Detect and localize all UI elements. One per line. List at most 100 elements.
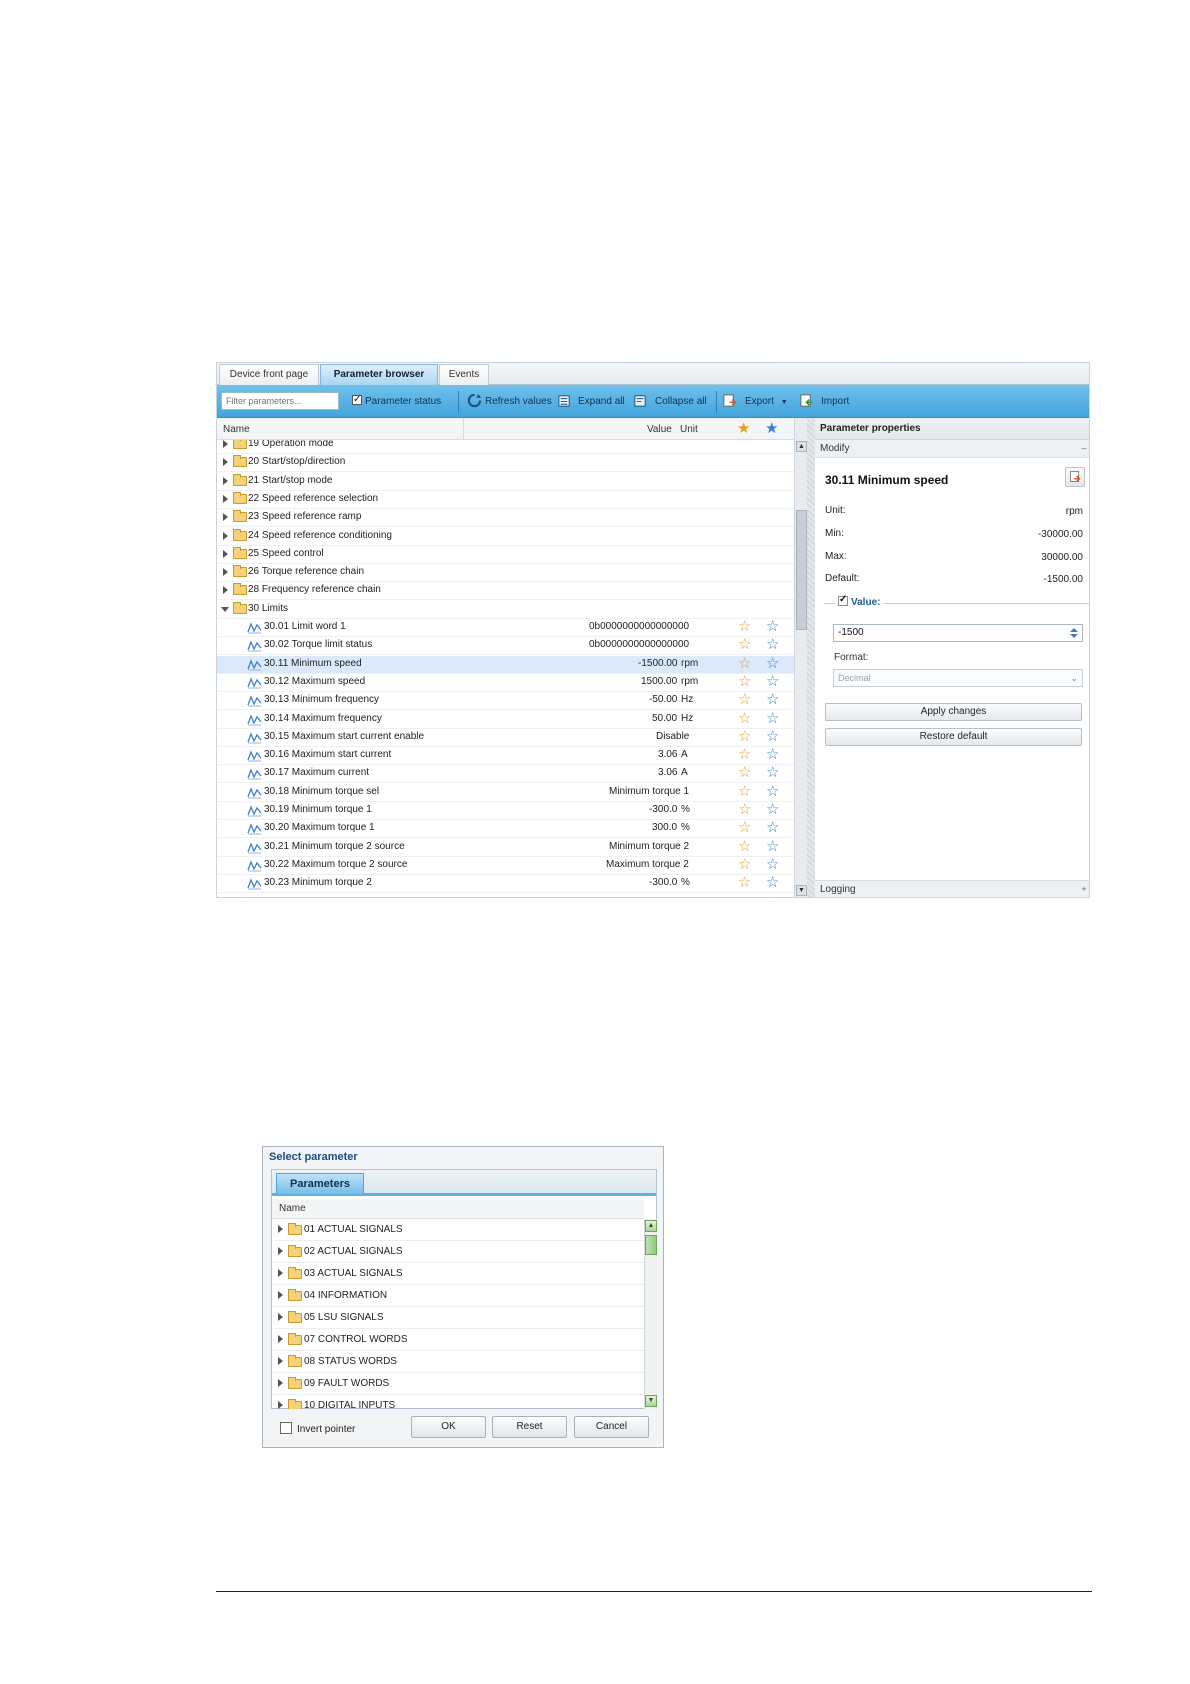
ok-button[interactable]: OK (411, 1416, 486, 1438)
scroll-thumb[interactable] (645, 1235, 657, 1255)
modify-section-header[interactable]: Modify – (815, 440, 1089, 458)
restore-default-button[interactable]: Restore default (825, 728, 1082, 746)
favorite-star-icon[interactable]: ☆ (738, 802, 751, 818)
pin-star-icon[interactable]: ☆ (766, 856, 779, 873)
pin-star-icon[interactable]: ☆ (766, 728, 779, 745)
tree-parameter-row[interactable]: 30.11 Minimum speed -1500.00 rpm ☆ ☆ (217, 655, 794, 674)
pin-star-icon[interactable]: ☆ (766, 619, 779, 635)
cancel-button[interactable]: Cancel (574, 1416, 649, 1438)
collapsed-arrow-icon[interactable] (223, 440, 228, 448)
tab-parameter-browser[interactable]: Parameter browser (320, 364, 438, 385)
collapsed-arrow-icon[interactable] (223, 458, 228, 467)
collapsed-arrow-icon[interactable] (278, 1379, 283, 1387)
tree-parameter-row[interactable]: 30.21 Minimum torque 2 source Minimum tor… (217, 838, 794, 857)
tree-parameter-row[interactable]: 30.23 Minimum torque 2 -300.0% ☆ ☆ (217, 875, 794, 894)
export-icon[interactable] (722, 393, 737, 408)
pin-star-icon[interactable]: ☆ (766, 692, 779, 708)
tree-group-row[interactable]: 23 Speed reference ramp (217, 509, 794, 528)
collapsed-arrow-icon[interactable] (223, 549, 228, 558)
pin-star-icon[interactable]: ☆ (766, 710, 779, 727)
dialog-list-item[interactable]: 04 INFORMATION (272, 1285, 644, 1307)
refresh-icon[interactable] (467, 393, 482, 408)
tree-parameter-row[interactable]: 30.14 Maximum frequency 50.00 Hz ☆ ☆ (217, 710, 794, 729)
dialog-scrollbar[interactable]: ▲ ▼ (644, 1219, 657, 1409)
apply-changes-button[interactable]: Apply changes (825, 703, 1082, 721)
pin-star-icon[interactable]: ☆ (766, 820, 779, 836)
pinned-column-star-icon[interactable]: ★ (765, 421, 778, 437)
expanded-arrow-icon[interactable] (221, 606, 229, 612)
value-input[interactable]: -1500 (833, 624, 1083, 642)
dialog-list-item[interactable]: 10 DIGITAL INPUTS (272, 1395, 644, 1409)
export-dropdown[interactable]: Export ▼ (745, 395, 788, 409)
dialog-list-item[interactable]: 01 ACTUAL SIGNALS (272, 1219, 644, 1241)
favorite-star-icon[interactable]: ☆ (738, 820, 751, 836)
filter-parameters-input[interactable] (221, 392, 339, 410)
collapsed-arrow-icon[interactable] (223, 494, 228, 503)
invert-pointer-option[interactable]: Invert pointer (280, 1422, 355, 1435)
favorite-star-icon[interactable]: ☆ (738, 747, 751, 763)
tree-group-row[interactable]: 19 Operation mode (217, 440, 794, 454)
invert-pointer-checkbox[interactable] (280, 1422, 292, 1434)
collapsed-arrow-icon[interactable] (278, 1291, 283, 1299)
collapsed-arrow-icon[interactable] (278, 1225, 283, 1233)
export-parameter-icon[interactable] (1065, 467, 1085, 487)
import-button[interactable]: Import (821, 395, 849, 409)
parameter-status-checkbox[interactable] (352, 393, 362, 407)
favorite-star-icon[interactable]: ☆ (738, 838, 751, 855)
scroll-down-icon[interactable]: ▼ (796, 885, 807, 896)
collapsed-arrow-icon[interactable] (278, 1313, 283, 1321)
tree-scrollbar[interactable]: ▲ ▼ (794, 418, 807, 897)
favorite-star-icon[interactable]: ☆ (738, 637, 751, 653)
favorite-star-icon[interactable]: ☆ (738, 710, 751, 727)
tree-parameter-row[interactable]: 30.15 Maximum start current enable Disabl… (217, 728, 794, 747)
favorite-star-icon[interactable]: ☆ (738, 765, 751, 781)
collapsed-arrow-icon[interactable] (223, 513, 228, 522)
tree-parameter-row[interactable]: 30.13 Minimum frequency -50.00 Hz ☆ ☆ (217, 692, 794, 711)
scroll-thumb[interactable] (796, 510, 807, 630)
tree-group-row[interactable]: 28 Frequency reference chain (217, 582, 794, 601)
pin-star-icon[interactable]: ☆ (766, 655, 779, 672)
favorite-star-icon[interactable]: ☆ (738, 856, 751, 873)
tree-group-row[interactable]: 20 Start/stop/direction (217, 454, 794, 473)
pin-star-icon[interactable]: ☆ (766, 802, 779, 818)
tree-parameter-row[interactable]: 30.18 Minimum torque sel Minimum torque 1… (217, 783, 794, 802)
column-name[interactable]: Name (223, 424, 250, 435)
tree-group-row[interactable]: 30 Limits (217, 601, 794, 619)
tree-parameter-row[interactable]: 30.12 Maximum speed 1500.00 rpm ☆ ☆ (217, 673, 794, 692)
tab-parameters[interactable]: Parameters (276, 1173, 364, 1194)
favorite-star-icon[interactable]: ☆ (738, 783, 751, 800)
tree-parameter-row[interactable]: 30.19 Minimum torque 1 -300.0% ☆ ☆ (217, 802, 794, 820)
collapsed-arrow-icon[interactable] (223, 531, 228, 540)
favorites-column-star-icon[interactable]: ★ (737, 421, 750, 437)
tree-group-row[interactable]: 24 Speed reference conditioning (217, 528, 794, 546)
favorite-star-icon[interactable]: ☆ (738, 673, 751, 690)
dialog-list-item[interactable]: 09 FAULT WORDS (272, 1373, 644, 1395)
favorite-star-icon[interactable]: ☆ (738, 728, 751, 745)
reset-button[interactable]: Reset (492, 1416, 567, 1438)
import-icon[interactable] (799, 393, 814, 408)
format-select[interactable]: Decimal ⌄ (833, 669, 1083, 687)
favorite-star-icon[interactable]: ☆ (738, 692, 751, 708)
collapsed-arrow-icon[interactable] (278, 1335, 283, 1343)
tree-parameter-row[interactable]: 30.02 Torque limit status 0b0000000000000… (217, 637, 794, 656)
pin-star-icon[interactable]: ☆ (766, 875, 779, 891)
dialog-list-item[interactable]: 03 ACTUAL SIGNALS (272, 1263, 644, 1285)
pin-star-icon[interactable]: ☆ (766, 673, 779, 690)
dialog-list-item[interactable]: 02 ACTUAL SIGNALS (272, 1241, 644, 1263)
collapse-all-button[interactable]: Collapse all (655, 395, 707, 409)
dialog-list-item[interactable]: 07 CONTROL WORDS (272, 1329, 644, 1351)
collapsed-arrow-icon[interactable] (278, 1401, 283, 1409)
tree-group-row[interactable]: 25 Speed control (217, 546, 794, 564)
tree-parameter-row[interactable]: 30.20 Maximum torque 1 300.0% ☆ ☆ (217, 820, 794, 839)
pin-star-icon[interactable]: ☆ (766, 765, 779, 781)
scroll-up-icon[interactable]: ▲ (796, 441, 807, 452)
pin-star-icon[interactable]: ☆ (766, 783, 779, 800)
collapsed-arrow-icon[interactable] (278, 1357, 283, 1365)
tree-parameter-row[interactable]: 30.01 Limit word 1 0b0000000000000000 ☆ ☆ (217, 619, 794, 637)
expand-all-button[interactable]: Expand all (578, 395, 625, 409)
column-value[interactable]: Value (647, 424, 672, 435)
tree-group-row[interactable]: 21 Start/stop mode (217, 473, 794, 491)
tab-device-front-page[interactable]: Device front page (219, 364, 319, 385)
logging-section-header[interactable]: Logging + (815, 880, 1089, 897)
tree-parameter-row[interactable]: 30.22 Maximum torque 2 source Maximum tor… (217, 856, 794, 875)
